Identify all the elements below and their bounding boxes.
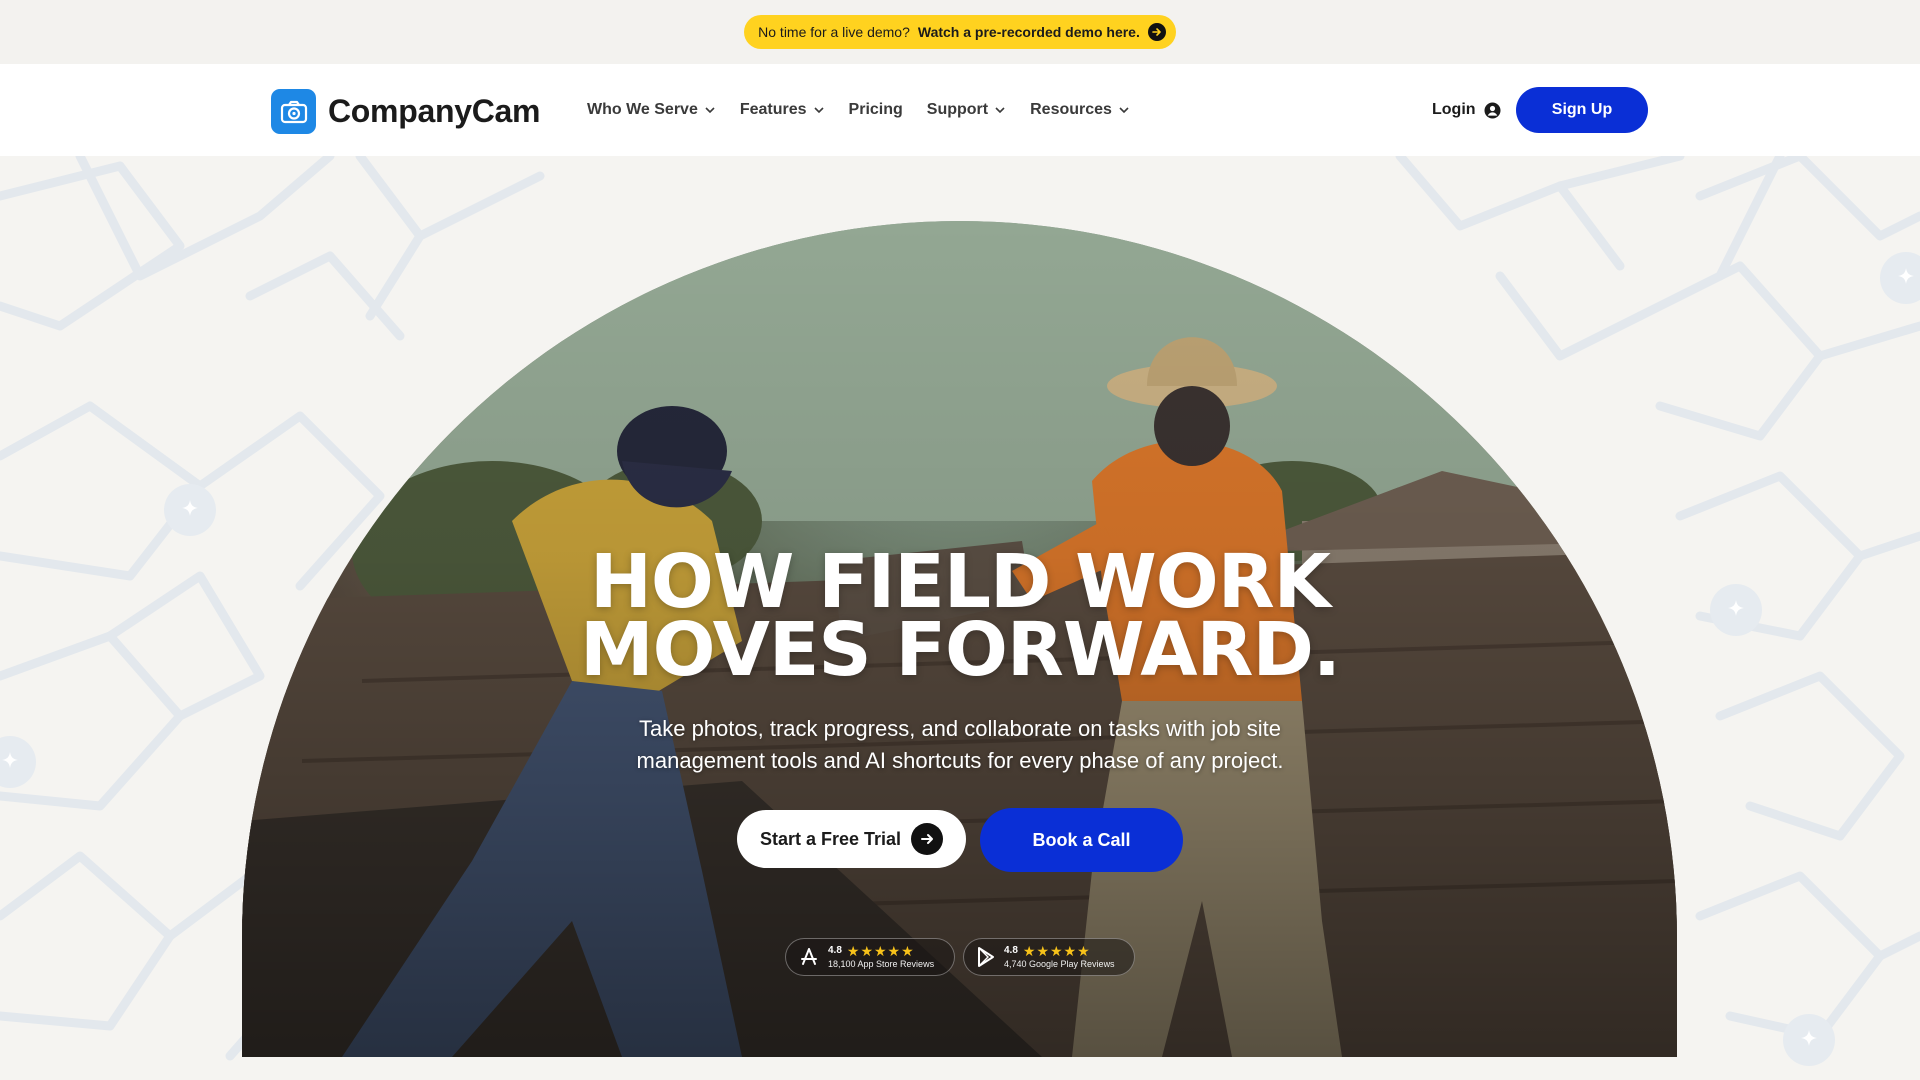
headline-line-1: HOW FIELD WORK [589,539,1331,625]
nav-support[interactable]: Support [927,101,1006,119]
star-rating-icon: ★★★★★ [1022,943,1091,959]
announcement-text: No time for a live demo? [758,24,910,40]
arrow-right-icon [911,823,944,855]
app-store-icon [801,948,817,965]
review-count: 4,740 Google Play Reviews [1004,959,1115,969]
sparkle-icon [164,484,216,536]
announcement-link[interactable]: Watch a pre-recorded demo here. [918,24,1140,40]
nav-label: Resources [1030,101,1112,118]
google-play-rating[interactable]: 4.8 ★★★★★ 4,740 Google Play Reviews [963,938,1135,976]
sign-up-button[interactable]: Sign Up [1516,87,1648,133]
arrow-right-icon [1147,23,1166,41]
login-link[interactable]: Login [1432,64,1501,156]
nav-label: Pricing [848,101,903,118]
logo[interactable]: CompanyCam [271,89,540,134]
login-label: Login [1432,101,1476,118]
main-nav: CompanyCam Who We Serve Features Pricing… [0,64,1920,156]
hero-headline: HOW FIELD WORK MOVES FORWARD. [0,539,1920,693]
app-store-rating[interactable]: 4.8 ★★★★★ 18,100 App Store Reviews [785,938,955,976]
start-free-trial-label: Start a Free Trial [759,828,902,849]
google-play-icon [978,947,994,967]
rating-score: 4.8 [1004,945,1018,956]
nav-label: Support [926,101,989,118]
user-icon [1484,102,1501,118]
chevron-down-icon [995,107,1005,114]
announcement-bar: No time for a live demo? Watch a pre-rec… [0,0,1920,64]
rating-score: 4.8 [828,945,842,956]
nav-who-we-serve[interactable]: Who We Serve [587,101,716,119]
subtitle-line-1: Take photos, track progress, and collabo… [638,716,1281,741]
star-rating-icon: ★★★★★ [846,943,915,959]
nav-menu: Who We Serve Features Pricing Support Re… [587,64,1130,156]
start-free-trial-button[interactable]: Start a Free Trial [737,810,966,868]
chevron-down-icon [705,107,715,114]
review-count: 18,100 App Store Reviews [828,959,935,969]
nav-label: Who We Serve [587,101,698,118]
nav-label: Features [739,101,807,118]
chevron-down-icon [813,107,824,114]
subtitle-line-2: management tools and AI shortcuts for ev… [636,748,1284,773]
headline-line-2: MOVES FORWARD. [580,607,1341,693]
demo-link[interactable]: No time for a live demo? Watch a pre-rec… [744,15,1176,49]
brand-name: CompanyCam [328,93,541,129]
nav-resources[interactable]: Resources [1030,101,1130,119]
hero-subtitle: Take photos, track progress, and collabo… [560,713,1360,777]
nav-pricing[interactable]: Pricing [849,101,903,119]
book-a-call-button[interactable]: Book a Call [980,808,1183,872]
sparkle-icon [1783,1014,1835,1066]
camera-logo-icon [271,89,316,134]
chevron-down-icon [1119,107,1129,114]
nav-features[interactable]: Features [740,101,825,119]
